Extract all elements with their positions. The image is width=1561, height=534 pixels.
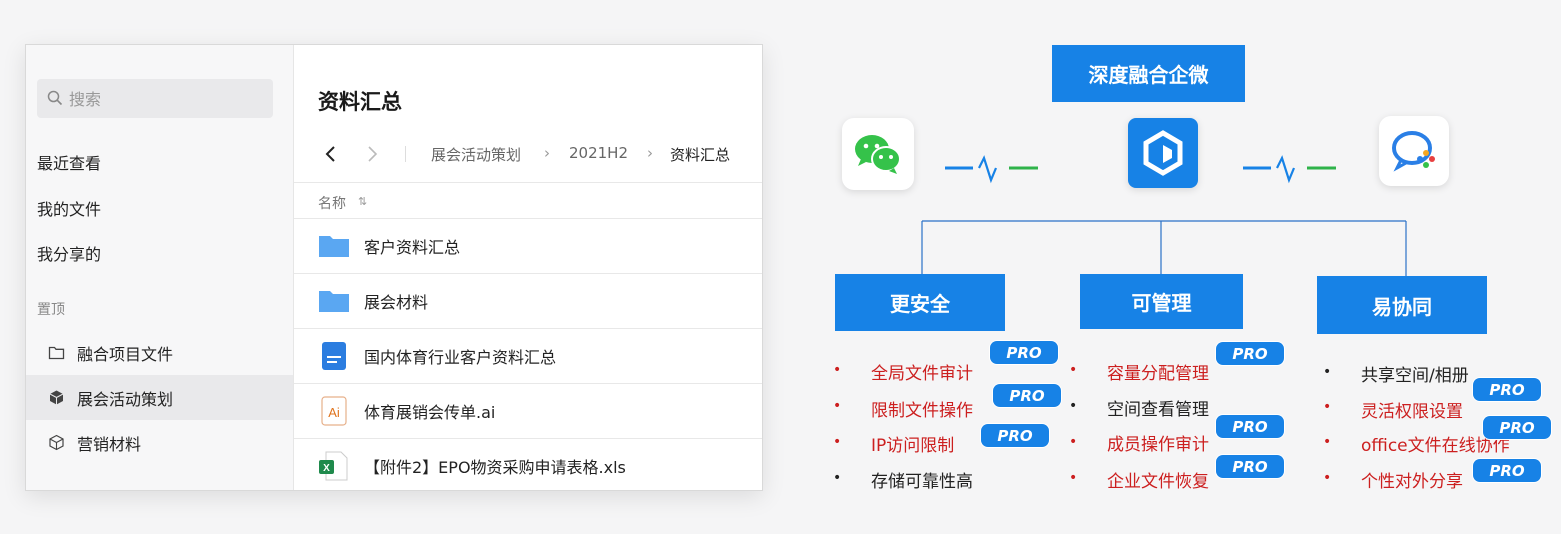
- column-header: 名称 ⇅: [294, 182, 762, 219]
- feature-item: 空间查看管理: [1107, 400, 1209, 420]
- feature-item: 全局文件审计: [871, 364, 973, 384]
- pinned-item-label: 营销材料: [77, 435, 142, 454]
- breadcrumb-current: 资料汇总: [670, 146, 731, 164]
- pro-badge: PRO: [993, 384, 1061, 407]
- search-input[interactable]: [67, 79, 261, 120]
- feature-item: 存储可靠性高: [871, 472, 973, 492]
- nav-shared-by-me[interactable]: 我分享的: [37, 241, 101, 265]
- bullet: •: [1069, 470, 1078, 486]
- pro-badge: PRO: [981, 424, 1049, 447]
- feature-item: IP访问限制: [871, 436, 955, 456]
- sort-icon[interactable]: ⇅: [358, 195, 367, 208]
- excel-file-icon: X: [319, 451, 348, 481]
- pro-badge: PRO: [990, 341, 1058, 364]
- file-name: 展会材料: [364, 293, 429, 312]
- bullet: •: [833, 470, 842, 486]
- pro-badge: PRO: [1216, 415, 1284, 438]
- pro-badge: PRO: [1473, 459, 1541, 482]
- folder-outline-icon: [48, 346, 65, 360]
- chevron-right-icon: ›: [544, 144, 550, 162]
- back-arrow-icon[interactable]: [324, 145, 338, 163]
- file-app-window: 最近查看 我的文件 我分享的 置顶 融合项目文件 展会活动策划 营销材料 资料汇…: [25, 44, 763, 491]
- column-name-header[interactable]: 名称: [318, 193, 346, 213]
- nav-recent[interactable]: 最近查看: [37, 150, 101, 174]
- pillar-security: 更安全: [835, 274, 1005, 331]
- bullet: •: [1323, 364, 1332, 380]
- page-title: 资料汇总: [318, 90, 402, 114]
- pillar-collaboration: 易协同: [1317, 276, 1487, 334]
- file-list-pane: 资料汇总 展会活动策划 › 2021H2 › 资料汇总 名称 ⇅ 客户资料汇总 …: [294, 45, 762, 490]
- cube-solid-icon: [49, 390, 64, 405]
- cube-outline-icon: [49, 434, 64, 451]
- table-row[interactable]: 国内体育行业客户资料汇总: [294, 328, 762, 384]
- breadcrumb-item[interactable]: 展会活动策划: [431, 144, 521, 165]
- file-name: 客户资料汇总: [364, 238, 461, 257]
- bullet: •: [1323, 470, 1332, 486]
- feature-item: 个性对外分享: [1361, 472, 1463, 492]
- pinned-item-label: 展会活动策划: [77, 390, 174, 409]
- table-row[interactable]: X 【附件2】EPO物资采购申请表格.xls: [294, 438, 762, 490]
- pinned-item-fusion-project[interactable]: 融合项目文件: [26, 330, 293, 375]
- table-row[interactable]: 客户资料汇总: [294, 218, 762, 274]
- feature-item: 企业文件恢复: [1107, 472, 1209, 492]
- pinned-item-marketing[interactable]: 营销材料: [26, 420, 293, 465]
- pro-badge: PRO: [1216, 342, 1284, 365]
- svg-text:X: X: [323, 463, 330, 474]
- feature-item: 灵活权限设置: [1361, 402, 1463, 422]
- nav-my-files[interactable]: 我的文件: [37, 196, 101, 220]
- pinned-item-label: 融合项目文件: [77, 345, 174, 364]
- feature-item: 成员操作审计: [1107, 435, 1209, 455]
- feature-item: 容量分配管理: [1107, 364, 1209, 384]
- svg-text:Ai: Ai: [328, 405, 340, 420]
- folder-icon: [319, 291, 349, 312]
- bullet: •: [1069, 434, 1078, 450]
- bullet: •: [833, 398, 842, 414]
- bullet: •: [1323, 434, 1332, 450]
- bullet: •: [833, 362, 842, 378]
- pinned-section-label: 置顶: [37, 302, 65, 318]
- document-icon: [322, 342, 346, 370]
- pro-badge: PRO: [1473, 378, 1541, 401]
- pillar-manageable: 可管理: [1080, 274, 1243, 329]
- divider: [405, 146, 406, 162]
- pinned-item-exhibition-planning[interactable]: 展会活动策划: [26, 375, 293, 420]
- bullet: •: [1069, 362, 1078, 378]
- feature-item: 限制文件操作: [871, 401, 973, 421]
- search-icon: [47, 90, 63, 106]
- pro-badge: PRO: [1216, 455, 1284, 478]
- file-name: 【附件2】EPO物资采购申请表格.xls: [364, 458, 626, 477]
- ai-file-icon: Ai: [321, 396, 347, 426]
- folder-icon: [319, 236, 349, 257]
- feature-diagram: 深度融合企微 更安全 可管理 易协同 • 全局文件审计 PRO • 限制文件操作…: [770, 0, 1561, 534]
- breadcrumb-item[interactable]: 2021H2: [569, 144, 628, 162]
- bullet: •: [1323, 399, 1332, 415]
- bullet: •: [1069, 398, 1078, 414]
- bullet: •: [833, 434, 842, 450]
- file-name: 国内体育行业客户资料汇总: [364, 348, 557, 367]
- sidebar: 最近查看 我的文件 我分享的 置顶 融合项目文件 展会活动策划 营销材料: [26, 45, 294, 490]
- forward-arrow-icon[interactable]: [365, 145, 379, 163]
- chevron-right-icon: ›: [647, 144, 653, 162]
- feature-item: 共享空间/相册: [1361, 366, 1469, 386]
- table-row[interactable]: Ai 体育展销会传单.ai: [294, 383, 762, 439]
- table-row[interactable]: 展会材料: [294, 273, 762, 329]
- file-name: 体育展销会传单.ai: [364, 403, 496, 422]
- search-box[interactable]: [37, 79, 273, 120]
- pro-badge: PRO: [1483, 416, 1551, 439]
